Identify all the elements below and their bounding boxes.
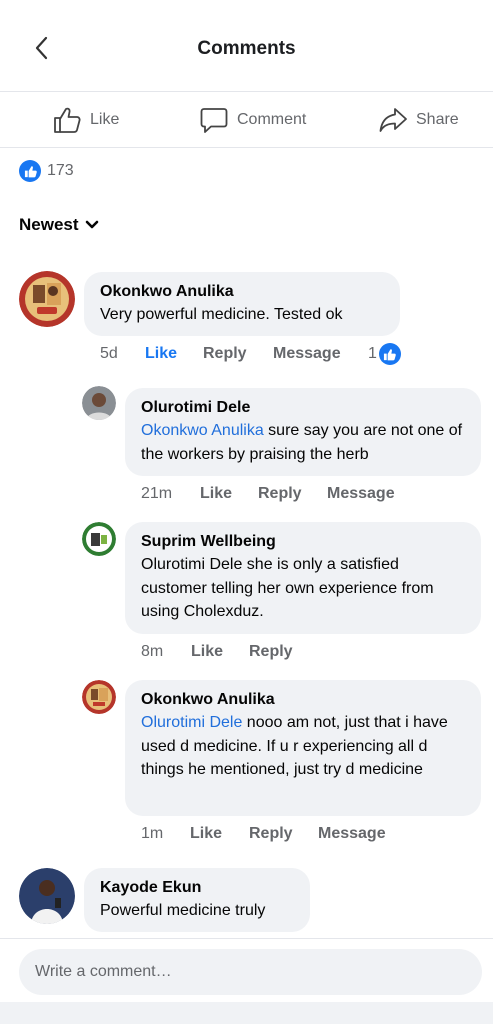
comment-time[interactable]: 1m xyxy=(141,825,190,843)
share-label: Share xyxy=(416,111,459,128)
mention-link[interactable]: Olurotimi Dele xyxy=(141,714,242,731)
page-title: Comments xyxy=(197,38,296,59)
sort-dropdown[interactable]: Newest xyxy=(19,215,99,235)
comment-bubble: Okonkwo Anulika Very powerful medicine. … xyxy=(84,272,400,336)
comment-reaction-count[interactable]: 1 xyxy=(368,343,401,365)
comment-author[interactable]: Okonkwo Anulika xyxy=(100,281,384,303)
comment-reaction-number: 1 xyxy=(368,345,377,362)
comment-message-button[interactable]: Message xyxy=(327,485,395,503)
comment-input[interactable] xyxy=(19,949,482,995)
avatar[interactable] xyxy=(82,522,116,556)
comment-text: Olurotimi Dele she is only a satisfied c… xyxy=(141,556,434,620)
comment-like-button[interactable]: Like xyxy=(190,825,249,843)
comment-label: Comment xyxy=(237,111,307,128)
comment-like-button[interactable]: Like xyxy=(200,485,258,503)
avatar[interactable] xyxy=(82,386,116,420)
comment-time[interactable]: 21m xyxy=(141,485,200,503)
comment-button[interactable]: Comment xyxy=(199,104,306,136)
comment-bubble: Olurotimi Dele Okonkwo Anulika sure say … xyxy=(125,388,481,476)
like-label: Like xyxy=(90,111,120,128)
comment-author[interactable]: Okonkwo Anulika xyxy=(141,689,465,711)
chevron-down-icon xyxy=(85,220,98,229)
comment-message-button[interactable]: Message xyxy=(273,345,341,363)
comment-text: Powerful medicine truly xyxy=(100,902,266,919)
thumbs-up-icon xyxy=(54,107,81,133)
comment-actions: 1m Like Reply Message xyxy=(141,825,386,843)
comment-text: Olurotimi Dele nooo am not, just that i … xyxy=(141,711,465,782)
like-button[interactable]: Like xyxy=(52,104,119,136)
post-actions-bar: Like Comment Share xyxy=(0,92,493,148)
comment-bubble-icon xyxy=(200,108,228,133)
comment-time[interactable]: 8m xyxy=(141,643,191,661)
comment-bubble: Okonkwo Anulika Olurotimi Dele nooo am n… xyxy=(125,680,481,816)
like-reaction-icon xyxy=(19,160,41,182)
mention-link[interactable]: Okonkwo Anulika xyxy=(141,422,264,439)
comment-actions: 8m Like Reply xyxy=(141,643,293,661)
share-arrow-icon xyxy=(379,108,407,132)
comment-author[interactable]: Olurotimi Dele xyxy=(141,397,465,419)
avatar[interactable] xyxy=(19,868,75,924)
comment-bubble: Suprim Wellbeing Olurotimi Dele she is o… xyxy=(125,522,481,634)
comment-like-button[interactable]: Like xyxy=(145,345,203,363)
like-reaction-icon xyxy=(378,343,401,365)
comment-like-button[interactable]: Like xyxy=(191,643,249,661)
comment-author[interactable]: Kayode Ekun xyxy=(100,877,294,899)
header-bar: Comments xyxy=(0,0,493,92)
comment-reply-button[interactable]: Reply xyxy=(258,485,327,503)
comment-message-button[interactable]: Message xyxy=(318,825,386,843)
sort-label: Newest xyxy=(19,215,79,234)
avatar[interactable] xyxy=(19,271,75,327)
comment-time[interactable]: 5d xyxy=(100,345,145,363)
comment-bubble: Kayode Ekun Powerful medicine truly xyxy=(84,868,310,932)
comment-reply-button[interactable]: Reply xyxy=(203,345,273,363)
comment-text: Very powerful medicine. Tested ok xyxy=(100,306,343,323)
reaction-count: 173 xyxy=(47,162,74,179)
avatar[interactable] xyxy=(82,680,116,714)
share-button[interactable]: Share xyxy=(378,104,459,136)
comment-author[interactable]: Suprim Wellbeing xyxy=(141,531,465,553)
bottom-system-bar xyxy=(0,1002,493,1024)
comment-actions: 5d Like Reply Message xyxy=(100,345,341,363)
comment-actions: 21m Like Reply Message xyxy=(141,485,395,503)
comment-reply-button[interactable]: Reply xyxy=(249,825,318,843)
reaction-summary[interactable]: 173 xyxy=(19,160,74,182)
comment-text: Okonkwo Anulika sure say you are not one… xyxy=(141,419,465,466)
comment-reply-button[interactable]: Reply xyxy=(249,643,293,661)
